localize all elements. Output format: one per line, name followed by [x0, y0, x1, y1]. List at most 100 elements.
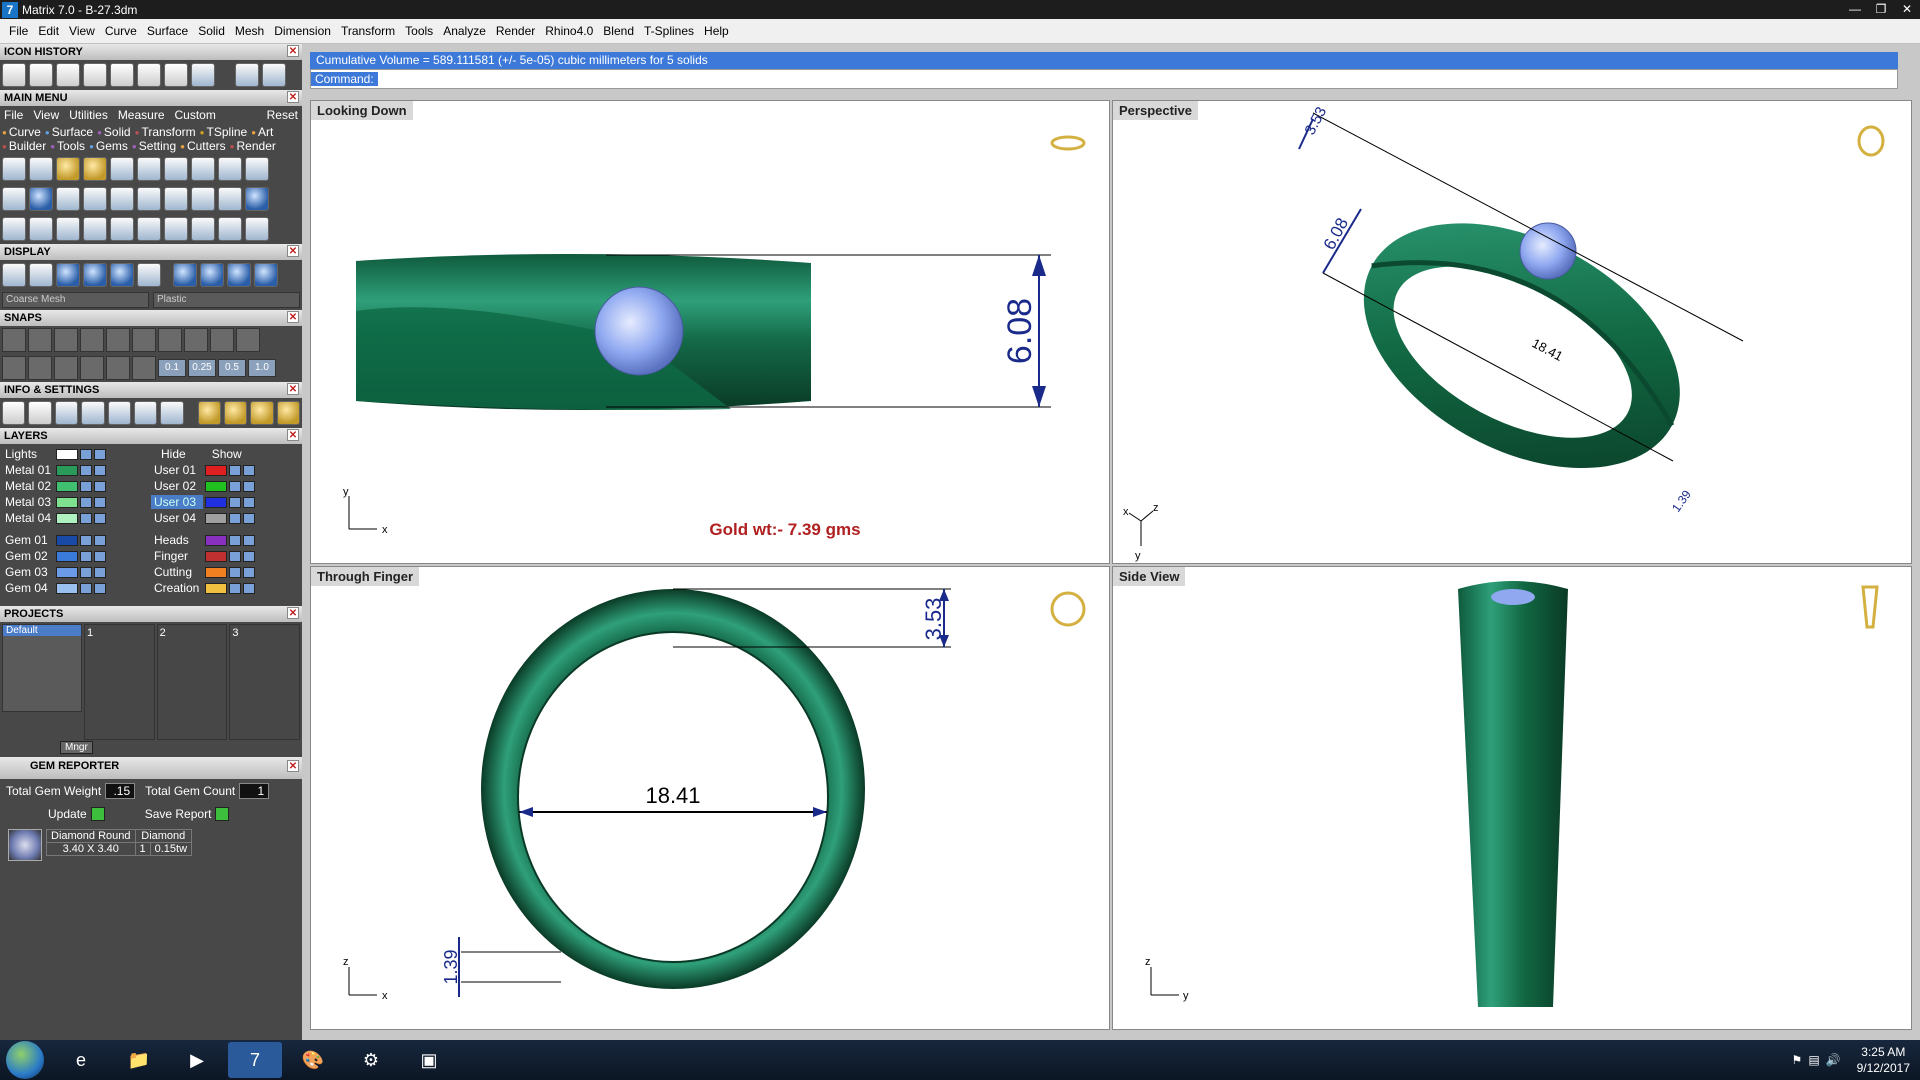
tool-icon[interactable] — [245, 217, 269, 241]
view-ring-icon[interactable] — [1050, 591, 1086, 627]
wireframe-icon[interactable] — [2, 263, 26, 287]
category-surface[interactable]: Surface — [45, 125, 93, 139]
layer-color-swatch[interactable] — [56, 496, 78, 508]
layer-visibility-icon[interactable] — [243, 582, 255, 594]
snap-tan-icon[interactable] — [184, 328, 208, 352]
layer-lock-icon[interactable] — [80, 534, 92, 546]
layer-lock-icon[interactable] — [80, 550, 92, 562]
tool-icon[interactable] — [2, 157, 26, 181]
layer-color-swatch[interactable] — [56, 480, 78, 492]
material-sphere-icon[interactable] — [173, 263, 197, 287]
category-cutters[interactable]: Cutters — [180, 139, 226, 153]
layer-color-swatch[interactable] — [56, 550, 78, 562]
layer-lock-icon[interactable] — [229, 566, 241, 578]
layer-visibility-icon[interactable] — [243, 550, 255, 562]
tool-icon[interactable] — [164, 217, 188, 241]
matrix-taskbar-icon[interactable]: 7 — [228, 1042, 282, 1078]
layer-lock-icon[interactable] — [80, 566, 92, 578]
layer-visibility-icon[interactable] — [94, 550, 106, 562]
layer-row[interactable]: Creation — [151, 580, 300, 596]
manager-button[interactable]: Mngr — [60, 741, 93, 754]
tool-icon[interactable] — [191, 187, 215, 211]
history-tool-icon[interactable] — [137, 63, 161, 87]
info-tool-icon[interactable] — [81, 401, 105, 425]
layer-row[interactable]: Gem 03 — [2, 564, 151, 580]
menu-tools[interactable]: Tools — [400, 24, 438, 38]
layer-lock-icon[interactable] — [229, 534, 241, 546]
tool-icon[interactable] — [29, 187, 53, 211]
tool-icon[interactable] — [83, 187, 107, 211]
layer-row[interactable]: Metal 01 — [2, 462, 151, 478]
snap-cen-icon[interactable] — [106, 328, 130, 352]
snap-point-icon[interactable] — [54, 328, 78, 352]
history-tool-icon[interactable] — [56, 63, 80, 87]
category-solid[interactable]: Solid — [97, 125, 131, 139]
layer-color-swatch[interactable] — [205, 534, 227, 546]
layer-row[interactable]: Finger — [151, 548, 300, 564]
layer-visibility-icon[interactable] — [243, 464, 255, 476]
layer-color-swatch[interactable] — [56, 582, 78, 594]
file-explorer-icon[interactable]: 📁 — [112, 1042, 166, 1078]
tool-icon[interactable] — [29, 157, 53, 181]
snap-value[interactable]: 0.25 — [188, 359, 216, 377]
open-folder-icon[interactable] — [191, 63, 215, 87]
menu-mesh[interactable]: Mesh — [230, 24, 269, 38]
snap-perp-icon[interactable] — [158, 328, 182, 352]
material-sphere-icon[interactable] — [200, 263, 224, 287]
shaded-icon[interactable] — [29, 263, 53, 287]
display-mode-select[interactable]: Coarse Mesh — [2, 292, 149, 308]
layer-lock-icon[interactable] — [80, 448, 92, 460]
layer-row[interactable]: Gem 01 — [2, 532, 151, 548]
info-tool-icon[interactable] — [107, 401, 131, 425]
category-render[interactable]: Render — [230, 139, 276, 153]
show-label[interactable]: Show — [188, 447, 242, 461]
arrow-right-icon[interactable] — [262, 63, 286, 87]
layer-lock-icon[interactable] — [229, 582, 241, 594]
tool-icon[interactable] — [56, 157, 80, 181]
move-icon[interactable] — [110, 217, 134, 241]
layer-color-swatch[interactable] — [205, 582, 227, 594]
tool-icon[interactable] — [245, 187, 269, 211]
menu-file[interactable]: File — [4, 24, 33, 38]
record-icon[interactable] — [132, 356, 156, 380]
tool-icon[interactable] — [110, 187, 134, 211]
snap-quad-icon[interactable] — [210, 328, 234, 352]
tool-icon[interactable] — [191, 157, 215, 181]
render-sphere-icon[interactable] — [83, 263, 107, 287]
project-slot[interactable]: 3 — [229, 624, 301, 740]
history-tool-icon[interactable] — [164, 63, 188, 87]
tool-icon[interactable] — [110, 157, 134, 181]
snap-end-icon[interactable] — [2, 328, 26, 352]
close-icon[interactable]: ✕ — [287, 607, 299, 619]
layer-row[interactable]: Gem 02 — [2, 548, 151, 564]
tool-icon[interactable] — [218, 217, 242, 241]
history-tool-icon[interactable] — [110, 63, 134, 87]
info-tool-icon[interactable] — [223, 401, 248, 425]
layer-row[interactable]: Heads — [151, 532, 300, 548]
category-curve[interactable]: Curve — [2, 125, 41, 139]
tool-icon[interactable] — [137, 157, 161, 181]
info-tool-icon[interactable] — [250, 401, 274, 425]
layer-lock-icon[interactable] — [80, 496, 92, 508]
table-row[interactable]: 3.40 X 3.40 1 0.15tw — [46, 842, 193, 856]
planar-icon[interactable] — [54, 356, 78, 380]
layer-visibility-icon[interactable] — [94, 480, 106, 492]
render-sphere-icon[interactable] — [56, 263, 80, 287]
tool-icon[interactable] — [56, 217, 80, 241]
window-icon[interactable]: ▣ — [402, 1042, 456, 1078]
view-ring-icon[interactable] — [1861, 585, 1879, 629]
layer-color-swatch[interactable] — [205, 480, 227, 492]
close-icon[interactable]: ✕ — [287, 760, 299, 772]
category-art[interactable]: Art — [251, 125, 273, 139]
snap-int-icon[interactable] — [132, 328, 156, 352]
tool-icon[interactable] — [245, 157, 269, 181]
snap-near-icon[interactable] — [28, 328, 52, 352]
layer-visibility-icon[interactable] — [94, 512, 106, 524]
layer-lock-icon[interactable] — [80, 512, 92, 524]
snap-mid-icon[interactable] — [80, 328, 104, 352]
tool-icon[interactable] — [83, 157, 107, 181]
tool-icon[interactable] — [164, 187, 188, 211]
tool-icon[interactable] — [56, 187, 80, 211]
minimize-icon[interactable]: — — [1842, 0, 1868, 19]
snap-value[interactable]: 0.1 — [158, 359, 186, 377]
